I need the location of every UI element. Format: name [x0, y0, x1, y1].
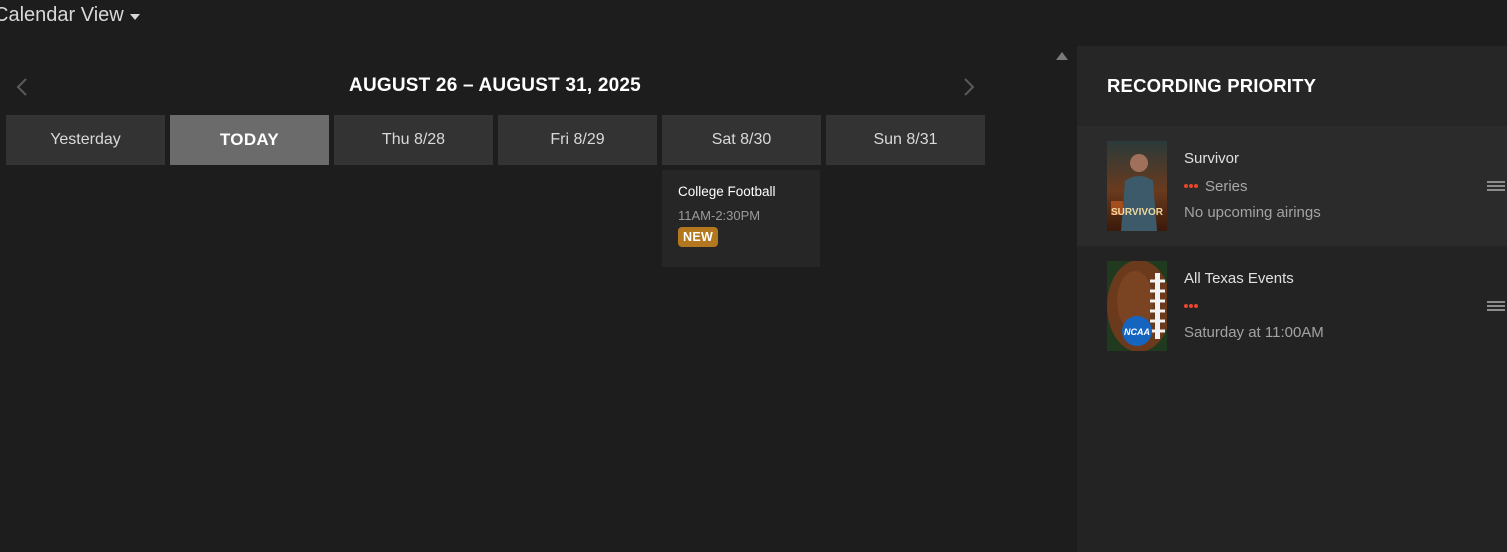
caret-down-icon [129, 13, 140, 20]
recording-item[interactable]: SURVIVOR Survivor Series No upcoming air… [1077, 126, 1507, 246]
thumb-logo-text: NCAA [1124, 327, 1150, 337]
recording-info: All Texas Events Saturday at 11:00AM [1184, 270, 1324, 341]
day-tab-today[interactable]: TODAY [170, 115, 329, 165]
scroll-up-icon[interactable] [1056, 52, 1068, 60]
day-tab-sun[interactable]: Sun 8/31 [826, 115, 985, 165]
recording-status: Saturday at 11:00AM [1184, 324, 1324, 341]
day-tab-yesterday[interactable]: Yesterday [6, 115, 165, 165]
show-thumbnail: SURVIVOR [1107, 141, 1167, 231]
event-title: College Football [678, 184, 776, 199]
thumb-logo-text: SURVIVOR [1111, 207, 1164, 218]
recording-name: All Texas Events [1184, 270, 1294, 287]
calendar-view-dropdown[interactable]: Calendar View [0, 4, 140, 27]
event-card[interactable]: College Football 11AM-2:30PM NEW [662, 170, 820, 267]
recording-dots-icon [1184, 183, 1198, 189]
calendar-view-label: Calendar View [0, 4, 124, 26]
new-badge: NEW [678, 227, 719, 247]
day-tab-sat[interactable]: Sat 8/30 [662, 115, 821, 165]
panel-title: RECORDING PRIORITY [1077, 46, 1507, 126]
recording-item[interactable]: NCAA All Texas Events Saturday at 11:00A… [1077, 246, 1507, 366]
day-tab-thu[interactable]: Thu 8/28 [334, 115, 493, 165]
recording-priority-panel: RECORDING PRIORITY SURVIVOR Survivor Ser… [1077, 46, 1507, 552]
drag-handle-icon[interactable] [1487, 181, 1505, 192]
recording-type-label: Series [1205, 177, 1248, 195]
recording-name: Survivor [1184, 150, 1240, 167]
recording-type: Series [1184, 177, 1321, 195]
calendar-week: AUGUST 26 – AUGUST 31, 2025 Yesterday TO… [0, 60, 1000, 540]
recording-type [1184, 297, 1324, 315]
recording-info: Survivor Series No upcoming airings [1184, 150, 1321, 221]
recording-dots-icon [1184, 303, 1198, 309]
recording-status: No upcoming airings [1184, 204, 1321, 221]
day-tabs: Yesterday TODAY Thu 8/28 Fri 8/29 Sat 8/… [6, 115, 985, 165]
day-tab-fri[interactable]: Fri 8/29 [498, 115, 657, 165]
show-thumbnail: NCAA [1107, 261, 1167, 351]
week-title: AUGUST 26 – AUGUST 31, 2025 [349, 75, 641, 96]
chevron-right-icon[interactable] [963, 78, 975, 96]
drag-handle-icon[interactable] [1487, 301, 1505, 312]
event-time: 11AM-2:30PM [678, 208, 761, 223]
